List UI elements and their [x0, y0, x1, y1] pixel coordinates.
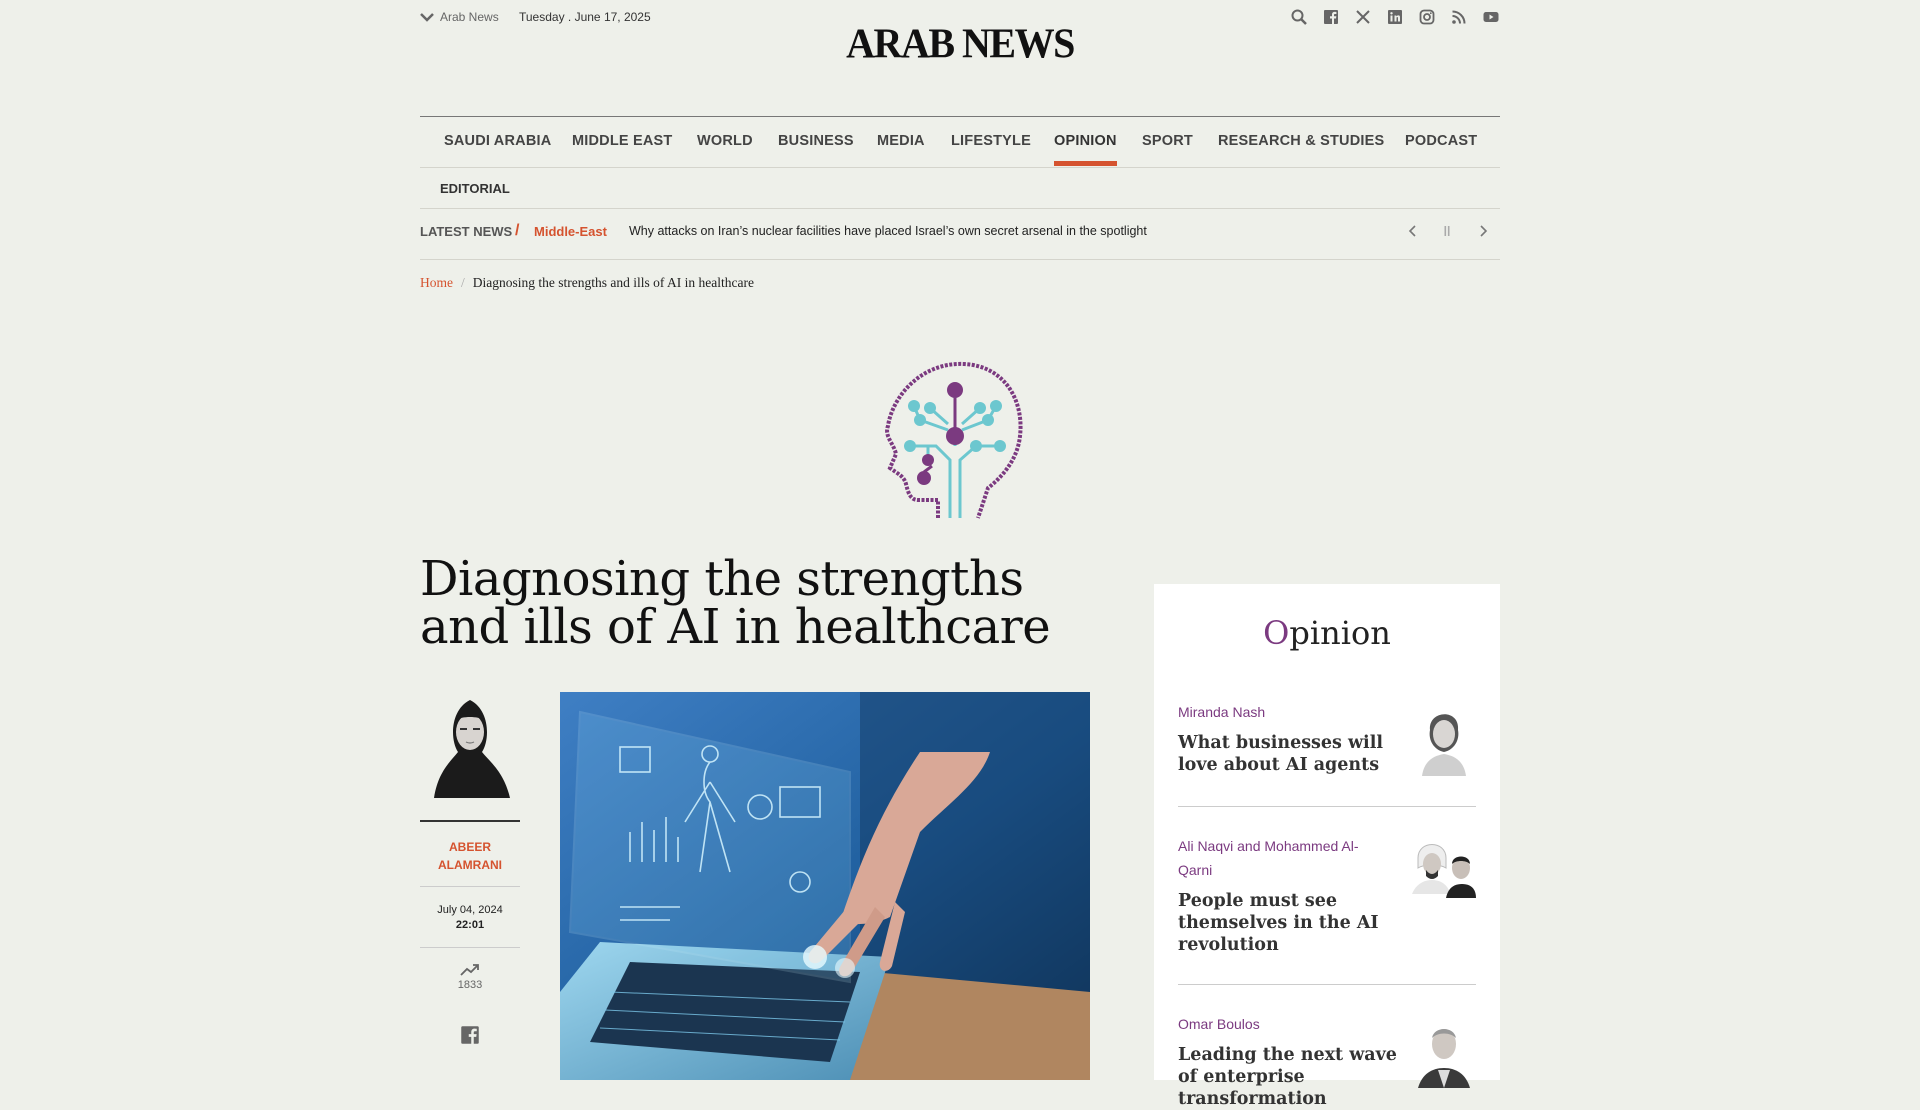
nav-item-sport[interactable]: SPORT	[1142, 133, 1193, 149]
author-name[interactable]: ABEER ALAMRANI	[420, 838, 520, 874]
pause-icon	[1444, 226, 1450, 236]
share-facebook-button[interactable]	[420, 1025, 520, 1045]
ticker-next-button[interactable]	[1472, 220, 1494, 242]
opinion-sidebar: Opinion Miranda Nash What businesses wil…	[1154, 584, 1500, 1109]
author-column: ABEER ALAMRANI July 04, 2024 22:01 1833	[420, 690, 520, 1045]
author-divider	[420, 820, 520, 822]
opinion-author[interactable]: Miranda Nash	[1178, 700, 1388, 724]
nav-item-media[interactable]: MEDIA	[877, 133, 925, 149]
chevron-right-icon	[1480, 225, 1488, 237]
author-avatar[interactable]	[1412, 700, 1476, 776]
site-logo[interactable]: ARAB NEWS	[420, 19, 1500, 68]
trending-icon	[460, 964, 479, 976]
breadcrumb: Home / Diagnosing the strengths and ills o…	[420, 275, 754, 291]
ticker-category[interactable]: Middle-East	[534, 224, 607, 239]
publish-date: July 04, 2024 22:01	[437, 904, 503, 931]
ticker-prev-button[interactable]	[1402, 220, 1424, 242]
latest-news-label: LATEST NEWS	[420, 224, 513, 239]
author-avatar[interactable]	[1412, 834, 1476, 910]
opinion-heading: Opinion	[1263, 614, 1391, 652]
ticker-slash: /	[515, 222, 520, 239]
divider	[1178, 984, 1476, 985]
opinion-headline[interactable]: Leading the next wave of enterprise tran…	[1178, 1044, 1403, 1110]
article-title: Diagnosing the strengths and ills of AI …	[420, 551, 1051, 655]
nav-item-lifestyle[interactable]: LIFESTYLE	[951, 133, 1031, 149]
nav-item-saudi-arabia[interactable]: SAUDI ARABIA	[444, 133, 551, 149]
opinion-item[interactable]: Miranda Nash What businesses will love a…	[1178, 700, 1476, 807]
nav-item-world[interactable]: WORLD	[697, 133, 753, 149]
ticker-pause-button[interactable]	[1436, 220, 1458, 242]
view-count: 1833	[420, 964, 520, 991]
opinion-item[interactable]: Omar Boulos Leading the next wave of ent…	[1178, 1012, 1476, 1110]
opinion-author[interactable]: Ali Naqvi and Mohammed Al-Qarni	[1178, 834, 1388, 882]
divider	[420, 886, 520, 887]
breadcrumb-separator: /	[461, 275, 465, 290]
ticker-headline[interactable]: Why attacks on Iran’s nuclear facilities…	[629, 224, 1147, 238]
opinion-author[interactable]: Omar Boulos	[1178, 1012, 1388, 1036]
nav-item-research-studies[interactable]: RESEARCH & STUDIES	[1218, 133, 1384, 149]
active-nav-indicator	[1054, 161, 1117, 166]
article-image	[560, 692, 1090, 1080]
breadcrumb-current: Diagnosing the strengths and ills of AI …	[472, 275, 754, 290]
divider	[420, 947, 520, 948]
nav-item-middle-east[interactable]: MIDDLE EAST	[572, 133, 672, 149]
opinion-headline[interactable]: People must see themselves in the AI rev…	[1178, 890, 1403, 956]
subnav-item-editorial[interactable]: EDITORIAL	[440, 181, 510, 196]
nav-item-podcast[interactable]: PODCAST	[1405, 133, 1477, 149]
ai-head-icon	[885, 361, 1023, 519]
latest-news-ticker: LATEST NEWS / Middle-East Why attacks on…	[420, 207, 1500, 260]
divider	[1178, 806, 1476, 807]
opinion-headline[interactable]: What businesses will love about AI agent…	[1178, 732, 1403, 776]
facebook-icon	[461, 1026, 479, 1045]
main-nav: SAUDI ARABIA MIDDLE EAST WORLD BUSINESS …	[420, 116, 1500, 209]
chevron-left-icon	[1408, 225, 1416, 237]
opinion-item[interactable]: Ali Naqvi and Mohammed Al-Qarni People m…	[1178, 834, 1476, 985]
nav-item-opinion[interactable]: OPINION	[1054, 133, 1117, 149]
author-avatar[interactable]	[1412, 1012, 1476, 1088]
nav-item-business[interactable]: BUSINESS	[778, 133, 854, 149]
breadcrumb-home[interactable]: Home	[420, 275, 453, 290]
author-avatar[interactable]	[420, 690, 520, 800]
